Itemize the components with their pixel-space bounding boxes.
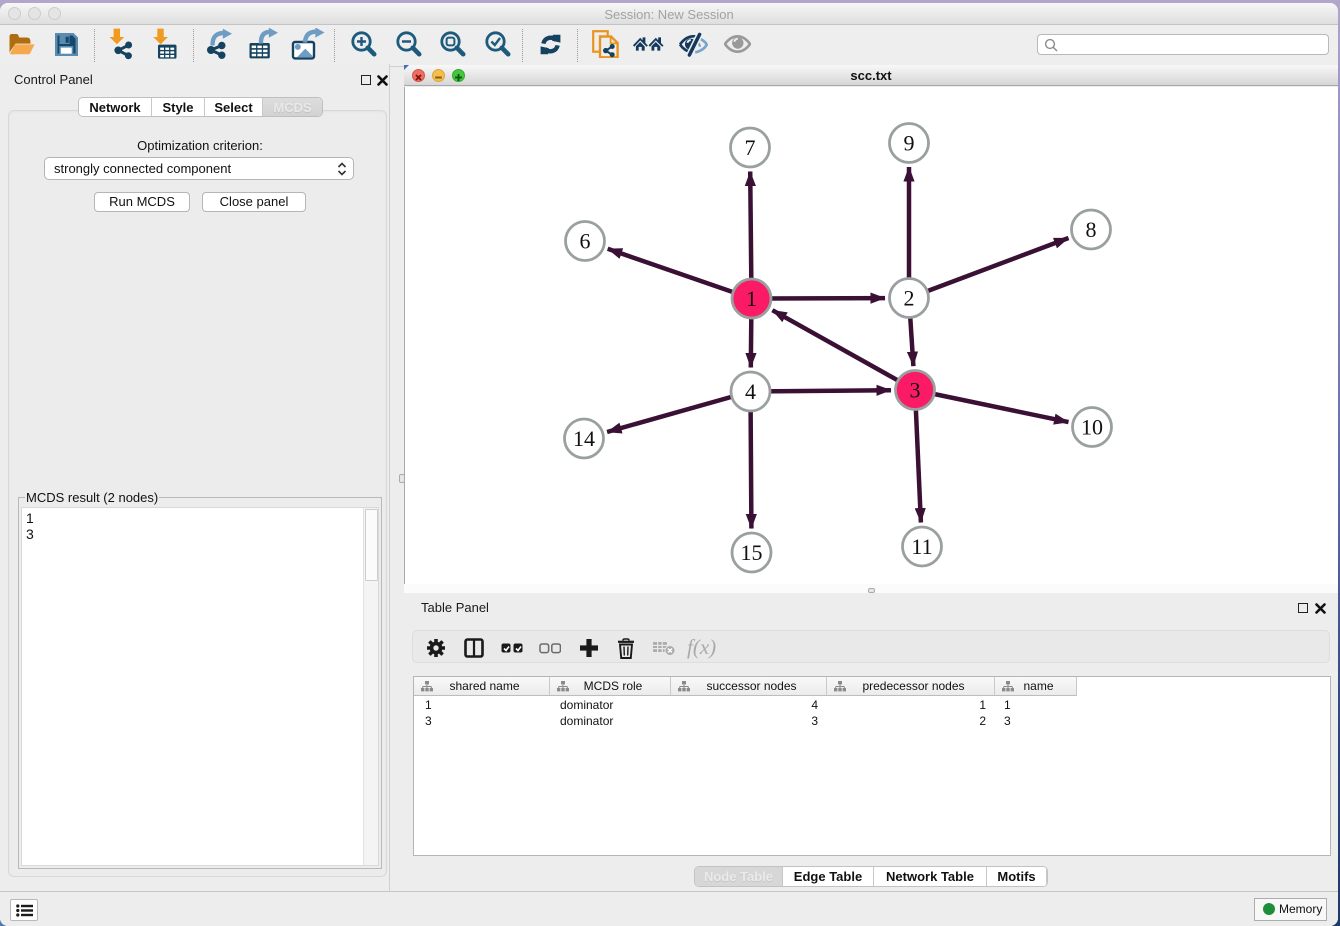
svg-text:15: 15 <box>741 540 763 565</box>
svg-text:1: 1 <box>746 286 757 311</box>
svg-text:2: 2 <box>904 286 915 311</box>
svg-text:14: 14 <box>573 426 595 451</box>
svg-text:10: 10 <box>1081 415 1103 440</box>
svg-text:3: 3 <box>910 378 921 403</box>
svg-text:6: 6 <box>580 229 591 254</box>
svg-text:11: 11 <box>911 534 932 559</box>
svg-text:4: 4 <box>745 379 756 404</box>
svg-text:7: 7 <box>745 135 756 160</box>
svg-text:9: 9 <box>904 131 915 156</box>
svg-text:8: 8 <box>1086 217 1097 242</box>
